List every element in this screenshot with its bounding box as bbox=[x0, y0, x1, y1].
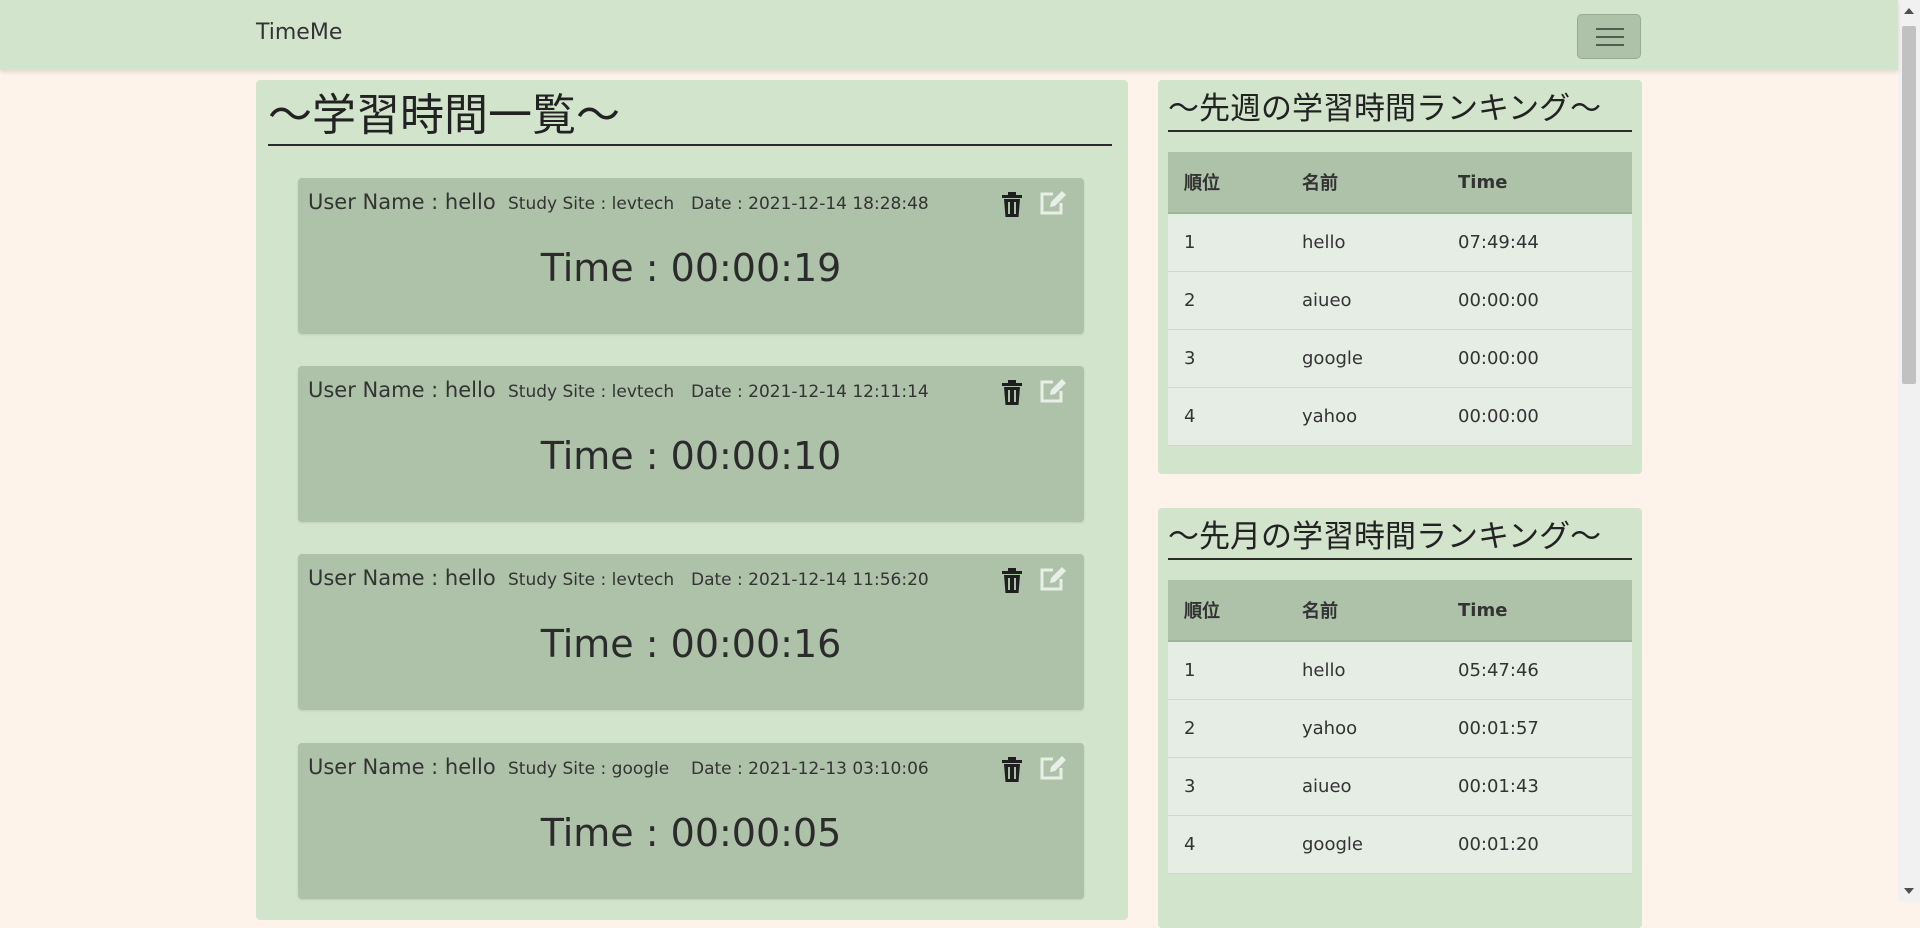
monthly-ranking-table: 順位 名前 Time 1 hello 05:47:46 2 yahoo 00:01:57 3… bbox=[1168, 580, 1632, 874]
record-date: Date : 2021-12-14 11:56:20 bbox=[691, 570, 929, 590]
monthly-ranking-title: ～先月の学習時間ランキング～ bbox=[1168, 516, 1632, 560]
record-duration: Time : 00:00:05 bbox=[540, 811, 842, 855]
study-record-card: User Name : hello Study Site : google Date… bbox=[298, 743, 1084, 899]
edit-icon[interactable] bbox=[1039, 566, 1067, 592]
column-header-time: Time bbox=[1442, 580, 1632, 642]
record-study-site: Study Site : levtech bbox=[508, 570, 675, 590]
column-header-time: Time bbox=[1442, 152, 1632, 214]
navbar: TimeMe bbox=[0, 0, 1898, 70]
monthly-ranking-panel: ～先月の学習時間ランキング～ 順位 名前 Time 1 hello 05:47:46… bbox=[1158, 508, 1642, 928]
table-row: 3 google 00:00:00 bbox=[1168, 329, 1632, 388]
scrollbar-thumb[interactable] bbox=[1902, 26, 1916, 384]
record-user-name: User Name : hello bbox=[308, 755, 496, 779]
record-date: Date : 2021-12-14 12:11:14 bbox=[691, 382, 929, 402]
column-header-rank: 順位 bbox=[1168, 152, 1286, 214]
record-date: Date : 2021-12-14 18:28:48 bbox=[691, 194, 929, 214]
record-date: Date : 2021-12-13 03:10:06 bbox=[691, 759, 929, 779]
time-cell: 00:01:57 bbox=[1442, 699, 1632, 758]
table-row: 1 hello 07:49:44 bbox=[1168, 213, 1632, 272]
rank-cell: 2 bbox=[1168, 271, 1286, 330]
trash-icon[interactable] bbox=[1001, 192, 1023, 218]
edit-icon[interactable] bbox=[1039, 190, 1067, 216]
menu-toggle-button[interactable] bbox=[1577, 14, 1641, 59]
time-cell: 00:01:43 bbox=[1442, 757, 1632, 816]
record-duration: Time : 00:00:16 bbox=[540, 622, 842, 666]
trash-icon[interactable] bbox=[1001, 568, 1023, 594]
record-user-name: User Name : hello bbox=[308, 566, 496, 590]
record-duration: Time : 00:00:19 bbox=[540, 246, 842, 290]
table-header-row: 順位 名前 Time bbox=[1168, 152, 1632, 214]
name-cell: google bbox=[1286, 329, 1442, 388]
rank-cell: 3 bbox=[1168, 757, 1286, 816]
rank-cell: 1 bbox=[1168, 641, 1286, 700]
time-cell: 00:01:20 bbox=[1442, 815, 1632, 874]
name-cell: hello bbox=[1286, 213, 1442, 272]
scroll-up-icon[interactable] bbox=[1904, 8, 1914, 14]
rank-cell: 4 bbox=[1168, 815, 1286, 874]
time-cell: 00:00:00 bbox=[1442, 271, 1632, 330]
column-header-name: 名前 bbox=[1286, 152, 1442, 214]
record-duration: Time : 00:00:10 bbox=[540, 434, 842, 478]
weekly-ranking-panel: ～先週の学習時間ランキング～ 順位 名前 Time 1 hello 07:49:44… bbox=[1158, 80, 1642, 474]
name-cell: aiueo bbox=[1286, 271, 1442, 330]
table-row: 2 yahoo 00:01:57 bbox=[1168, 699, 1632, 758]
name-cell: yahoo bbox=[1286, 699, 1442, 758]
rank-cell: 2 bbox=[1168, 699, 1286, 758]
table-row: 3 aiueo 00:01:43 bbox=[1168, 757, 1632, 816]
record-study-site: Study Site : levtech bbox=[508, 382, 675, 402]
edit-icon[interactable] bbox=[1039, 755, 1067, 781]
record-user-name: User Name : hello bbox=[308, 190, 496, 214]
table-row: 4 google 00:01:20 bbox=[1168, 815, 1632, 874]
time-cell: 00:00:00 bbox=[1442, 329, 1632, 388]
rank-cell: 4 bbox=[1168, 387, 1286, 446]
time-cell: 00:00:00 bbox=[1442, 387, 1632, 446]
scroll-down-icon[interactable] bbox=[1904, 888, 1914, 894]
weekly-ranking-table: 順位 名前 Time 1 hello 07:49:44 2 aiueo 00:00:00 3… bbox=[1168, 152, 1632, 446]
time-cell: 05:47:46 bbox=[1442, 641, 1632, 700]
table-row: 1 hello 05:47:46 bbox=[1168, 641, 1632, 700]
name-cell: google bbox=[1286, 815, 1442, 874]
page-scrollbar[interactable] bbox=[1898, 0, 1920, 902]
study-records-panel: ～学習時間一覧～ User Name : hello Study Site : l… bbox=[256, 80, 1128, 920]
rank-cell: 3 bbox=[1168, 329, 1286, 388]
trash-icon[interactable] bbox=[1001, 757, 1023, 783]
time-cell: 07:49:44 bbox=[1442, 213, 1632, 272]
edit-icon[interactable] bbox=[1039, 378, 1067, 404]
study-record-card: User Name : hello Study Site : levtech Dat… bbox=[298, 178, 1084, 334]
record-study-site: Study Site : levtech bbox=[508, 194, 675, 214]
weekly-ranking-title: ～先週の学習時間ランキング～ bbox=[1168, 88, 1632, 132]
hamburger-icon bbox=[1596, 28, 1624, 30]
record-user-name: User Name : hello bbox=[308, 378, 496, 402]
page-title: ～学習時間一覧～ bbox=[268, 88, 1112, 146]
name-cell: aiueo bbox=[1286, 757, 1442, 816]
name-cell: yahoo bbox=[1286, 387, 1442, 446]
table-row: 4 yahoo 00:00:00 bbox=[1168, 387, 1632, 446]
record-study-site: Study Site : google bbox=[508, 759, 670, 779]
table-header-row: 順位 名前 Time bbox=[1168, 580, 1632, 642]
column-header-name: 名前 bbox=[1286, 580, 1442, 642]
column-header-rank: 順位 bbox=[1168, 580, 1286, 642]
study-record-card: User Name : hello Study Site : levtech Dat… bbox=[298, 366, 1084, 522]
study-record-card: User Name : hello Study Site : levtech Dat… bbox=[298, 554, 1084, 710]
rank-cell: 1 bbox=[1168, 213, 1286, 272]
table-row: 2 aiueo 00:00:00 bbox=[1168, 271, 1632, 330]
trash-icon[interactable] bbox=[1001, 380, 1023, 406]
brand-link[interactable]: TimeMe bbox=[256, 20, 342, 45]
name-cell: hello bbox=[1286, 641, 1442, 700]
